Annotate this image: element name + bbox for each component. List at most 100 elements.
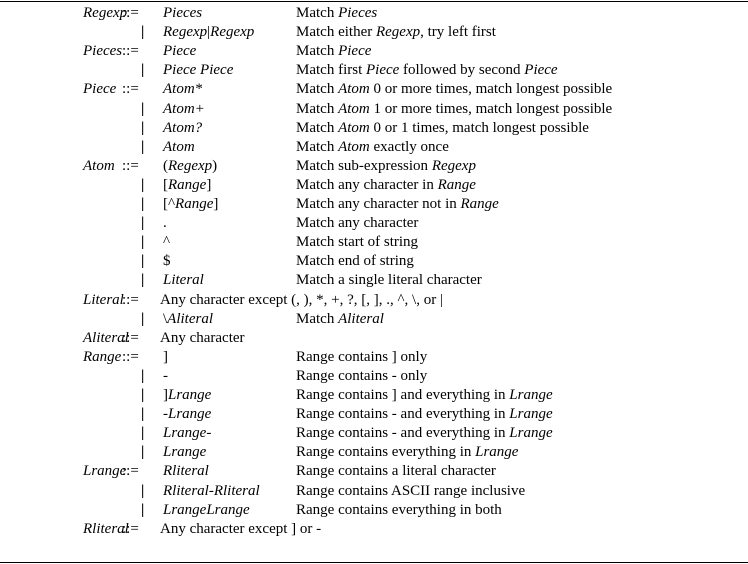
grammar-row: | $ Match end of string bbox=[0, 252, 748, 271]
grammar-row: | Atom+ Match Atom 1 or more times, match … bbox=[0, 100, 748, 119]
define-symbol: ::= bbox=[122, 348, 139, 365]
rhs-segment: Regexp bbox=[163, 24, 208, 41]
rhs-segment: Lrange bbox=[168, 387, 212, 403]
desc-segment: Regexp bbox=[375, 24, 421, 41]
desc-segment: Atom bbox=[338, 81, 370, 98]
desc-segment: Lrange bbox=[475, 444, 519, 461]
production-rhs: . bbox=[163, 214, 167, 233]
desc-segment: Match sub-expression bbox=[296, 157, 432, 174]
rhs-segment: Atom bbox=[163, 138, 195, 155]
rhs-segment: ) bbox=[212, 157, 218, 174]
nonterminal-name: Piece bbox=[83, 81, 117, 98]
rhs-segment: Atom+ bbox=[163, 100, 205, 117]
production-rhs: ^ bbox=[163, 233, 170, 252]
production-description: Match any character bbox=[296, 214, 418, 233]
production-rhs: Piece bbox=[163, 42, 196, 61]
production-description: Match any character in Range bbox=[296, 176, 476, 195]
alternative-bar: | bbox=[141, 24, 145, 41]
grammar-row: |. Match any character bbox=[0, 214, 748, 233]
alternative-bar: | bbox=[141, 406, 145, 423]
alternative-bar: | bbox=[141, 444, 145, 461]
desc-segment: Range contains ASCII range inclusive bbox=[296, 482, 526, 499]
top-rule bbox=[0, 1, 748, 2]
desc-segment: Match bbox=[296, 100, 339, 117]
rhs-segment: Range bbox=[168, 176, 207, 193]
nonterminal-name: Lrange bbox=[83, 463, 127, 480]
desc-segment: Match bbox=[296, 81, 339, 98]
desc-segment: Aliteral bbox=[338, 310, 384, 327]
desc-segment: Lrange bbox=[509, 425, 553, 442]
rhs-segment: Atom? bbox=[163, 119, 203, 136]
production-description: Match Piece bbox=[296, 42, 371, 61]
production-description: Match Atom 0 or more times, match longes… bbox=[296, 80, 612, 99]
production-rhs: Literal bbox=[163, 271, 204, 290]
production-description: Range contains everything in both bbox=[296, 501, 502, 520]
production-rhs: Rliteral-Rliteral bbox=[163, 482, 260, 501]
desc-segment: Lrange bbox=[509, 406, 553, 423]
production-description: Match Atom 1 or more times, match longes… bbox=[296, 100, 612, 119]
production-description: Range contains - only bbox=[296, 367, 427, 386]
desc-segment: Match any character not in bbox=[296, 196, 461, 212]
desc-segment: followed by second bbox=[399, 62, 525, 79]
production-rhs: [Range] bbox=[163, 176, 211, 195]
production-description: Range contains - and everything in Lrang… bbox=[296, 424, 553, 443]
nonterminal-name: Literal bbox=[83, 291, 124, 308]
grammar-row: | Atom? Match Atom 0 or 1 times, match lon… bbox=[0, 119, 748, 138]
rhs-segment: Lrange bbox=[163, 444, 207, 461]
desc-segment: Range bbox=[460, 196, 499, 212]
desc-segment: Atom bbox=[338, 119, 370, 136]
grammar-row: Lrange::= Rliteral Range contains a litera… bbox=[0, 462, 748, 481]
define-symbol: ::= bbox=[122, 291, 139, 308]
rhs-segment: Range bbox=[175, 196, 214, 212]
desc-segment: Range contains - and everything in bbox=[296, 406, 510, 423]
rhs-segment: Regexp bbox=[210, 24, 255, 41]
rhs-segment: Atom* bbox=[163, 81, 203, 98]
production-description: Match sub-expression Regexp bbox=[296, 157, 476, 176]
production-description: Match any character not in Range bbox=[296, 195, 499, 214]
alternative-bar: | bbox=[141, 387, 145, 403]
alternative-bar: | bbox=[141, 138, 145, 155]
bottom-rule bbox=[0, 562, 748, 563]
desc-segment: Match a single literal character bbox=[296, 272, 482, 289]
grammar-row: | Literal Match a single literal character bbox=[0, 271, 748, 290]
desc-segment: Match any character in bbox=[296, 176, 438, 193]
rhs-segment: ] bbox=[206, 176, 212, 193]
grammar-row: | \Aliteral Match Aliteral bbox=[0, 310, 748, 329]
define-symbol: ::= bbox=[122, 520, 139, 537]
alternative-bar: | bbox=[141, 215, 145, 232]
grammar-row: Piece::= Atom* Match Atom 0 or more times,… bbox=[0, 80, 748, 99]
desc-segment: Match end of string bbox=[296, 253, 414, 270]
rhs-segment: -Lrange bbox=[163, 406, 212, 423]
production-description: Match Atom 0 or 1 times, match longest p… bbox=[296, 119, 589, 138]
rhs-segment: . bbox=[163, 215, 167, 232]
desc-segment: 0 or 1 times, match longest possible bbox=[369, 119, 589, 136]
production-description: Range contains - and everything in Lrang… bbox=[296, 405, 553, 424]
production-rhs: \Aliteral bbox=[163, 310, 213, 329]
grammar-row: | - Range contains - only bbox=[0, 367, 748, 386]
desc-segment: Range contains everything in bbox=[296, 444, 476, 461]
nonterminal-name: Pieces bbox=[83, 43, 123, 60]
production-rhs: ] bbox=[163, 348, 168, 367]
alternative-bar: | bbox=[141, 196, 145, 212]
rhs-segment: $ bbox=[163, 253, 171, 270]
production-description: Range contains everything in Lrange bbox=[296, 443, 518, 462]
production-description: Range contains ] and everything in Lrang… bbox=[296, 386, 553, 405]
grammar-row: | Lrange- Range contains - and everything … bbox=[0, 424, 748, 443]
production-description: Range contains a literal character bbox=[296, 462, 496, 481]
production-description: Match Aliteral bbox=[296, 310, 384, 329]
alternative-bar: | bbox=[141, 482, 145, 499]
rhs-segment: Regexp bbox=[168, 157, 213, 174]
production-rhs: LrangeLrange bbox=[163, 501, 250, 520]
rhs-segment: Rliteral-Rliteral bbox=[163, 482, 260, 499]
desc-segment: Lrange bbox=[509, 387, 553, 403]
production-description: Match either Regexp, try left first bbox=[296, 23, 496, 42]
production-description: Range contains ASCII range inclusive bbox=[296, 482, 525, 501]
grammar-row: | -Lrange Range contains - and everything … bbox=[0, 405, 748, 424]
grammar-row: | ^ Match start of string bbox=[0, 233, 748, 252]
grammar-row: | Lrange Range contains everything in Lran… bbox=[0, 443, 748, 462]
definition-text: Any character bbox=[160, 329, 245, 346]
desc-segment: Range bbox=[437, 176, 476, 193]
define-symbol: ::= bbox=[122, 157, 139, 174]
desc-segment: Piece bbox=[365, 62, 400, 79]
nonterminal-name: Regexp bbox=[83, 5, 128, 21]
